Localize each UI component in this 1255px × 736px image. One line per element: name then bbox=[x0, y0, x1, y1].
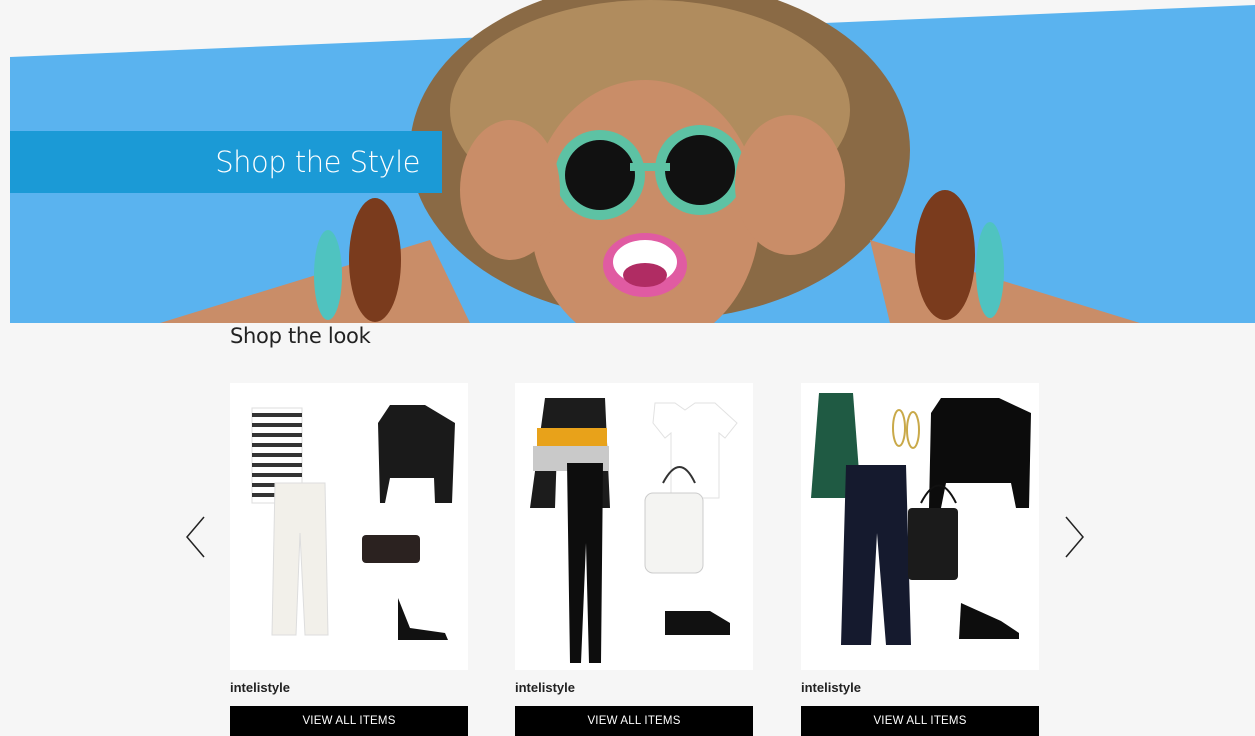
card-brand: intelistyle bbox=[230, 680, 290, 695]
carousel-next-button[interactable] bbox=[1062, 515, 1086, 559]
look-image[interactable] bbox=[230, 383, 468, 670]
card-brand: intelistyle bbox=[515, 680, 575, 695]
look-card: intelistyle VIEW ALL ITEMS bbox=[801, 383, 1039, 736]
look-card: intelistyle VIEW ALL ITEMS bbox=[515, 383, 753, 736]
chevron-left-icon bbox=[186, 516, 205, 558]
chevron-right-icon bbox=[1065, 516, 1084, 558]
card-brand: intelistyle bbox=[801, 680, 861, 695]
look-card: intelistyle VIEW ALL ITEMS bbox=[230, 383, 468, 736]
hero-title-band: Shop the Style bbox=[10, 131, 442, 193]
view-all-items-button[interactable]: VIEW ALL ITEMS bbox=[515, 706, 753, 736]
look-image[interactable] bbox=[801, 383, 1039, 670]
carousel-prev-button[interactable] bbox=[184, 515, 208, 559]
view-all-items-button[interactable]: VIEW ALL ITEMS bbox=[230, 706, 468, 736]
view-all-items-button[interactable]: VIEW ALL ITEMS bbox=[801, 706, 1039, 736]
hero-title: Shop the Style bbox=[215, 145, 420, 179]
look-image[interactable] bbox=[515, 383, 753, 670]
section-title: Shop the look bbox=[230, 324, 371, 348]
